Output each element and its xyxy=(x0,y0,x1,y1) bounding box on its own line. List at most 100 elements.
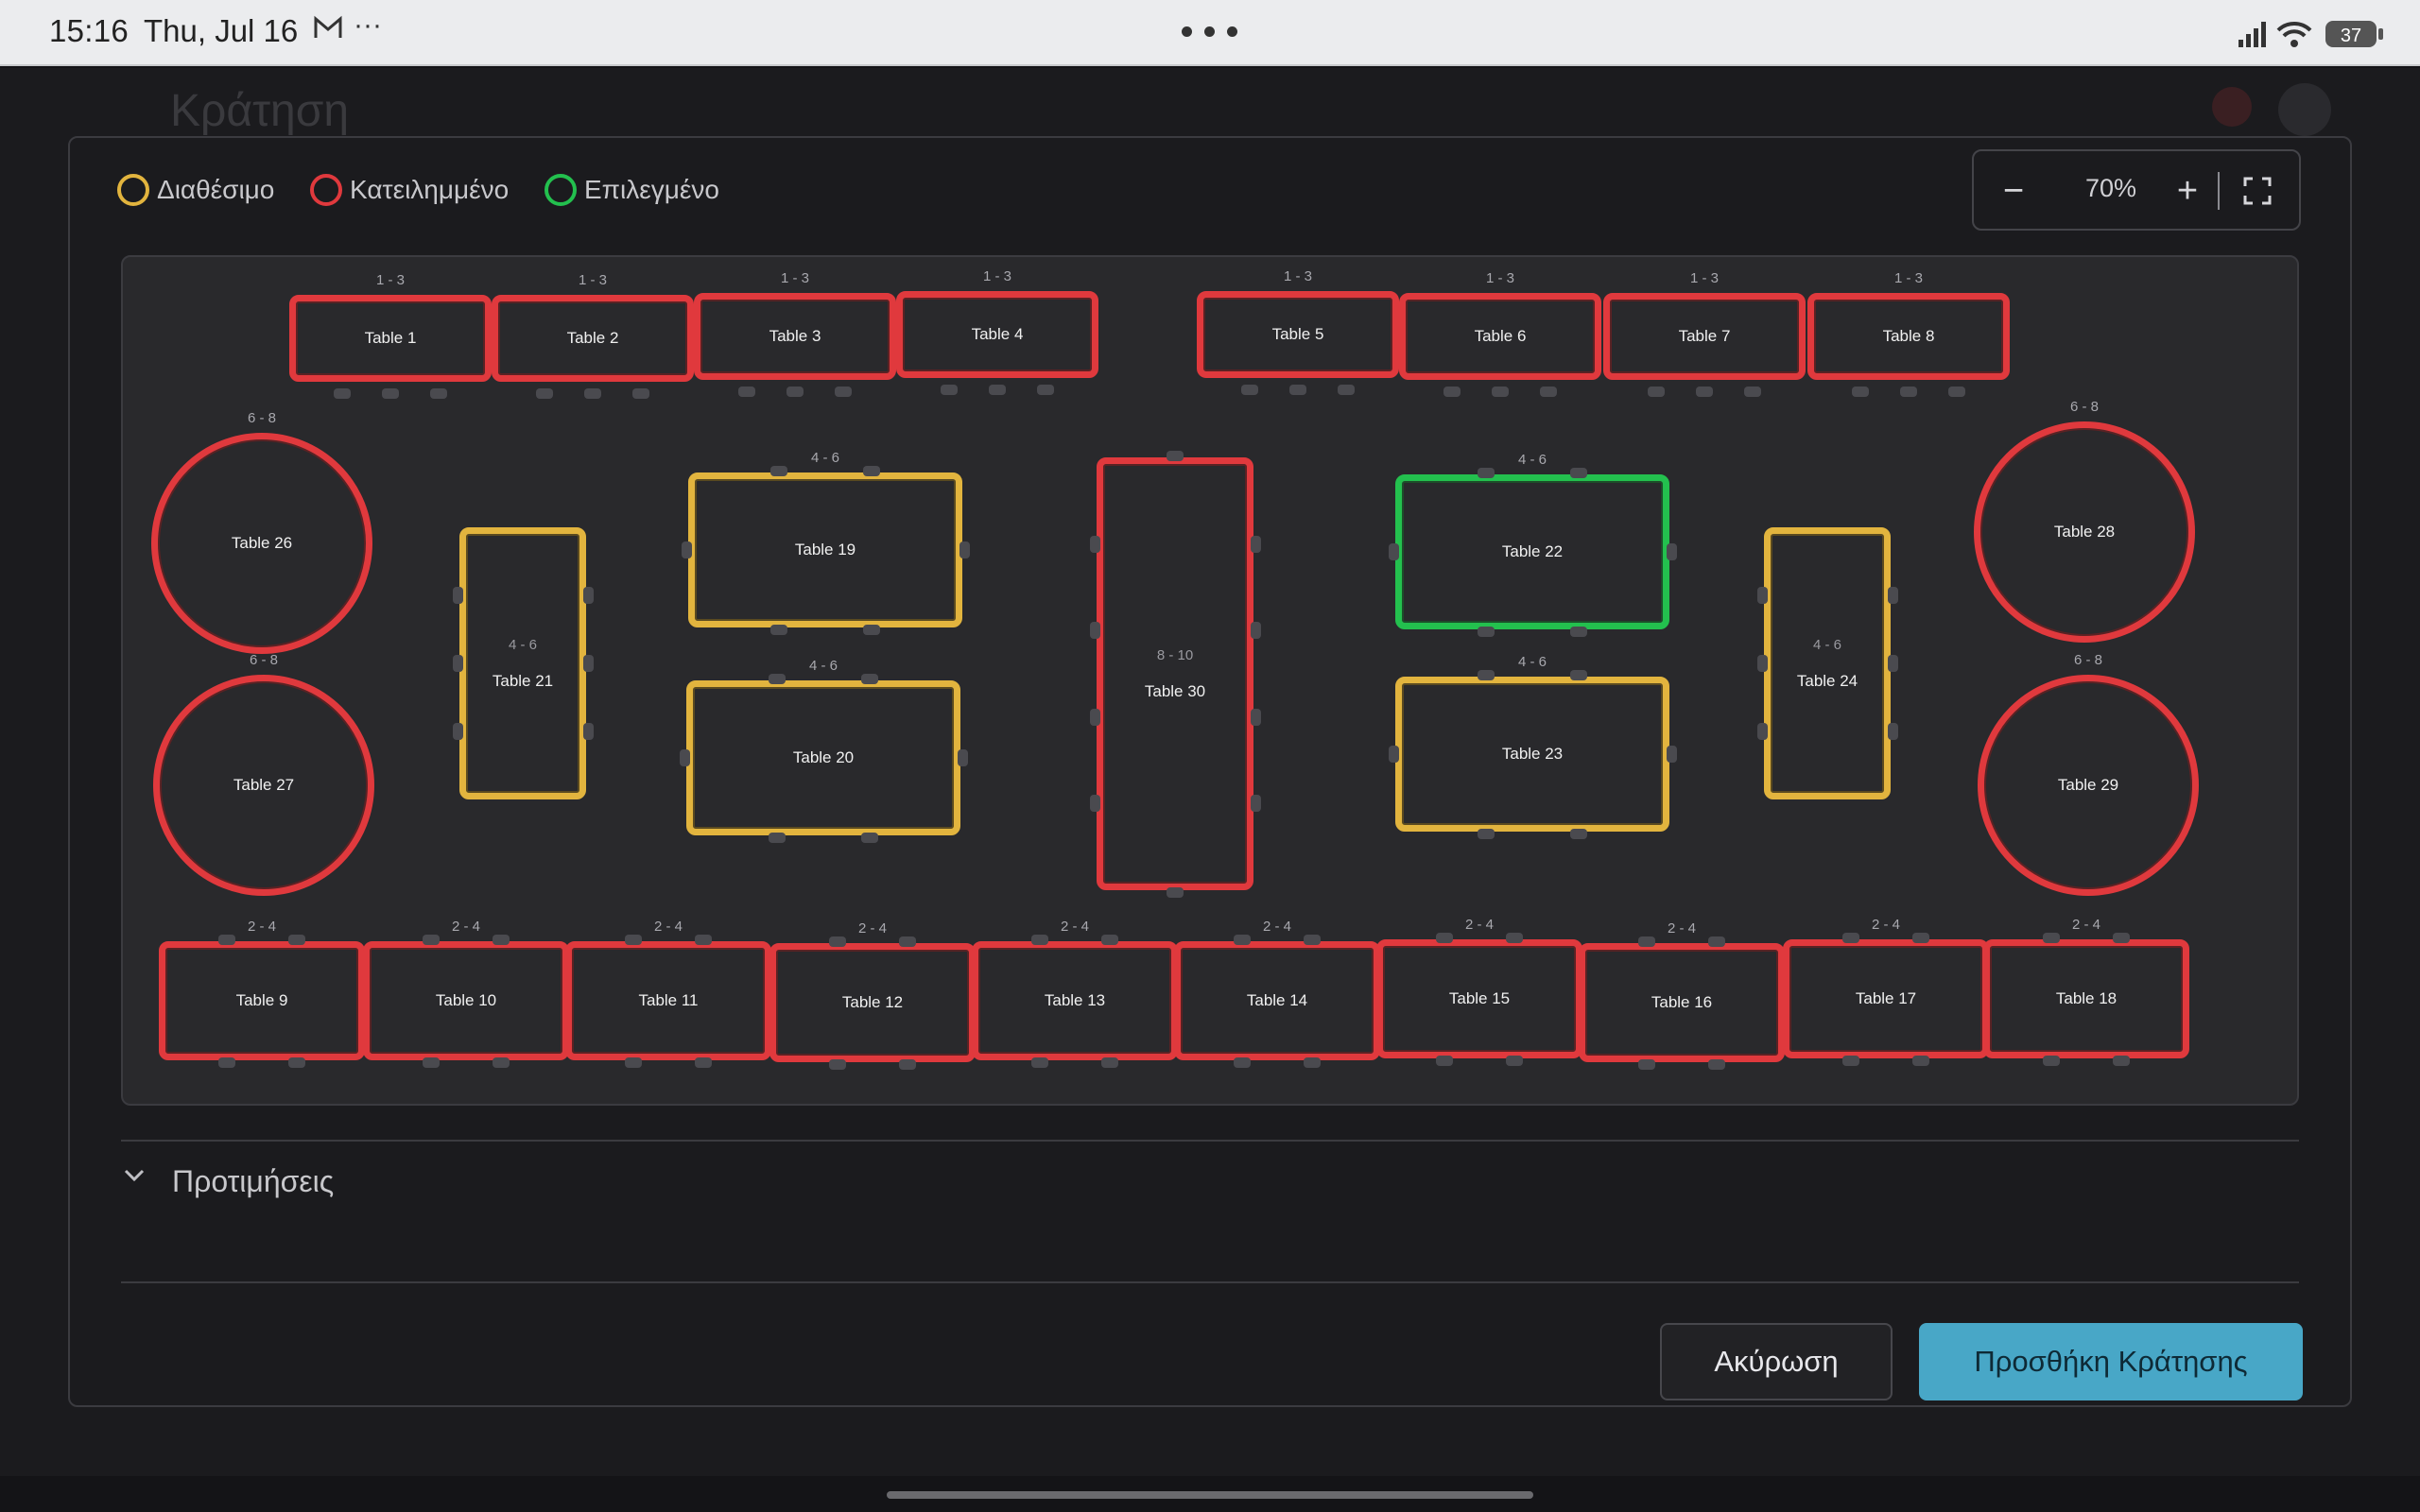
chair-icon xyxy=(1167,887,1184,898)
zoom-in-button[interactable]: + xyxy=(2165,168,2210,214)
chair-icon xyxy=(1667,543,1677,560)
table-name: Table 30 xyxy=(1144,681,1206,700)
chair-icon xyxy=(1888,587,1898,604)
table-capacity: 1 - 3 xyxy=(1283,268,1312,284)
table-name: Table 19 xyxy=(794,541,856,558)
chair-icon xyxy=(453,723,463,740)
table-7[interactable]: Table 7 xyxy=(1603,293,1806,380)
cancel-button[interactable]: Ακύρωση xyxy=(1660,1323,1893,1400)
table-capacity: 1 - 3 xyxy=(578,272,607,288)
table-26[interactable]: Table 26 xyxy=(151,433,372,654)
chair-icon xyxy=(1233,1057,1251,1068)
table-capacity: 4 - 6 xyxy=(808,658,838,674)
chair-icon xyxy=(1477,829,1495,839)
table-8[interactable]: Table 8 xyxy=(1807,293,2010,380)
table-selection-dialog: Διαθέσιμο Κατειλημμένο Επιλεγμένο − 70% … xyxy=(68,136,2352,1407)
table-23[interactable]: Table 23 xyxy=(1395,677,1669,832)
table-9[interactable]: Table 9 xyxy=(159,941,365,1060)
table-19[interactable]: Table 19 xyxy=(688,472,962,627)
chair-icon xyxy=(1030,1057,1048,1068)
chair-icon xyxy=(1841,933,1859,943)
table-13[interactable]: Table 13 xyxy=(972,941,1178,1060)
preferences-label[interactable]: Προτιμήσεις xyxy=(172,1164,334,1199)
table-27[interactable]: Table 27 xyxy=(153,675,374,896)
table-18[interactable]: Table 18 xyxy=(1983,939,2189,1058)
table-name: Table 29 xyxy=(2057,776,2119,794)
legend-available-label: Διαθέσιμο xyxy=(157,175,275,204)
legend-selected: Επιλεγμένο xyxy=(544,174,719,206)
more-notifications-icon: ··· xyxy=(354,9,382,41)
chair-icon xyxy=(1708,1059,1726,1070)
table-2[interactable]: Table 2 xyxy=(492,295,694,382)
table-4[interactable]: Table 4 xyxy=(896,291,1098,378)
add-reservation-button[interactable]: Προσθήκη Κράτησης xyxy=(1919,1323,2303,1400)
chair-icon xyxy=(1912,1056,1930,1066)
chair-icon xyxy=(1757,587,1768,604)
table-capacity: 2 - 4 xyxy=(1262,919,1291,935)
floor-plan: Table 1 1 - 3 Table 2 1 - 3 Table 3 1 - 3 Tabl… xyxy=(121,255,2299,1106)
table-capacity: 2 - 4 xyxy=(1060,919,1089,935)
chair-icon xyxy=(2113,933,2131,943)
chair-icon xyxy=(1637,1059,1655,1070)
chair-icon xyxy=(1251,795,1261,813)
table-name: Table 16 xyxy=(1651,993,1713,1011)
table-14[interactable]: Table 14 xyxy=(1174,941,1380,1060)
chair-icon xyxy=(288,935,306,945)
chair-icon xyxy=(958,749,968,766)
preferences-section[interactable]: Προτιμήσεις xyxy=(121,1140,2299,1283)
chair-icon xyxy=(217,1057,235,1068)
table-15[interactable]: Table 15 xyxy=(1376,939,1582,1058)
chair-icon xyxy=(1251,622,1261,640)
table-3[interactable]: Table 3 xyxy=(694,293,896,380)
chair-icon xyxy=(1435,933,1453,943)
multitask-dots-icon[interactable] xyxy=(1182,26,1238,40)
chair-icon xyxy=(453,587,463,604)
chair-icon xyxy=(2042,933,2060,943)
table-24[interactable]: 4 - 6 Table 24 xyxy=(1764,527,1891,799)
chair-icon xyxy=(632,388,650,399)
table-21[interactable]: 4 - 6 Table 21 xyxy=(459,527,586,799)
table-capacity: 1 - 3 xyxy=(375,272,405,288)
table-capacity: 4 - 6 xyxy=(810,450,839,466)
chair-icon xyxy=(430,388,448,399)
table-name: Table 6 xyxy=(1474,327,1527,345)
chair-icon xyxy=(1900,387,1917,397)
notification-icon xyxy=(2212,87,2252,127)
chair-icon xyxy=(940,385,958,395)
chair-icon xyxy=(1540,387,1558,397)
table-12[interactable]: Table 12 xyxy=(769,943,976,1062)
table-29[interactable]: Table 29 xyxy=(1978,675,2199,896)
table-28[interactable]: Table 28 xyxy=(1974,421,2195,643)
table-capacity: 4 - 6 xyxy=(508,636,537,653)
table-17[interactable]: Table 17 xyxy=(1783,939,1989,1058)
chair-icon xyxy=(1030,935,1048,945)
table-1[interactable]: Table 1 xyxy=(289,295,492,382)
chair-icon xyxy=(1090,708,1100,726)
chair-icon xyxy=(1888,655,1898,672)
table-22[interactable]: Table 22 xyxy=(1395,474,1669,629)
status-time: 15:16 xyxy=(49,13,130,48)
chair-icon xyxy=(828,936,846,947)
table-30[interactable]: 8 - 10 Table 30 xyxy=(1097,457,1253,890)
chair-icon xyxy=(769,466,787,476)
chair-icon xyxy=(768,674,786,684)
chair-icon xyxy=(333,388,351,399)
legend-selected-label: Επιλεγμένο xyxy=(584,175,719,204)
chair-icon xyxy=(1233,935,1251,945)
table-name: Table 20 xyxy=(792,748,855,766)
table-20[interactable]: Table 20 xyxy=(686,680,960,835)
table-16[interactable]: Table 16 xyxy=(1579,943,1785,1062)
battery-icon: 37 xyxy=(2325,21,2383,47)
chevron-down-icon[interactable] xyxy=(121,1162,147,1195)
zoom-out-button[interactable]: − xyxy=(1991,168,2036,214)
table-capacity: 2 - 4 xyxy=(1464,917,1494,933)
chair-icon xyxy=(899,936,917,947)
table-5[interactable]: Table 5 xyxy=(1197,291,1399,378)
fullscreen-icon[interactable] xyxy=(2235,168,2280,214)
table-10[interactable]: Table 10 xyxy=(363,941,569,1060)
chair-icon xyxy=(680,749,690,766)
table-11[interactable]: Table 11 xyxy=(565,941,771,1060)
chair-icon xyxy=(624,1057,642,1068)
chair-icon xyxy=(695,935,713,945)
table-6[interactable]: Table 6 xyxy=(1399,293,1601,380)
